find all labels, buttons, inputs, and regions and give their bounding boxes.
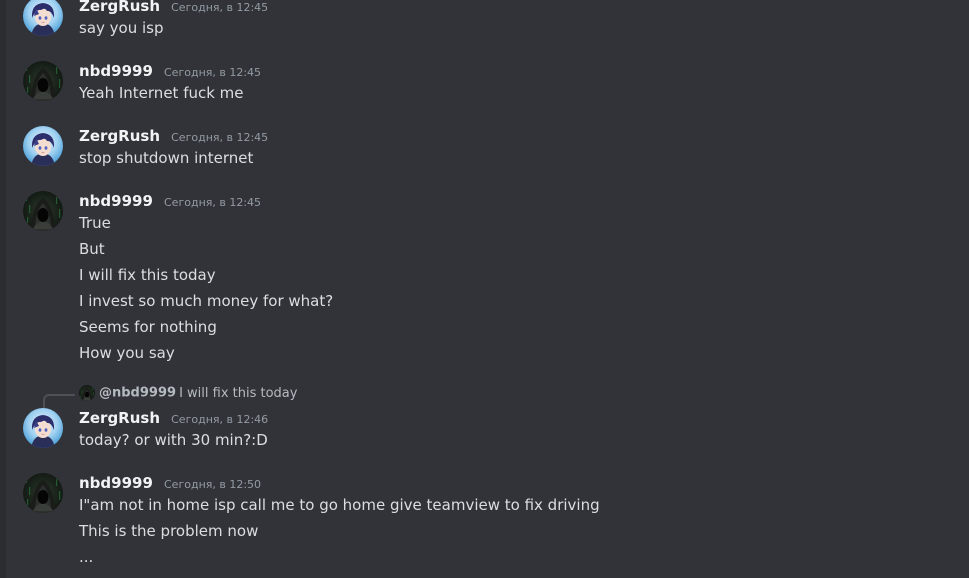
anime-character-avatar-icon xyxy=(23,0,63,36)
user-avatar[interactable] xyxy=(23,408,63,448)
message-text: True xyxy=(79,214,111,232)
message-header: ZergRush Сегодня, в 12:45 xyxy=(79,126,268,146)
user-avatar[interactable] xyxy=(23,473,63,513)
message-text: Seems for nothing xyxy=(79,318,217,336)
timestamp[interactable]: Сегодня, в 12:50 xyxy=(164,478,261,491)
username[interactable]: nbd9999 xyxy=(79,474,153,492)
hooded-figure-avatar-icon xyxy=(23,473,63,513)
username[interactable]: ZergRush xyxy=(79,409,160,427)
message-text: ... xyxy=(79,548,94,566)
reply-avatar xyxy=(79,385,95,401)
timestamp[interactable]: Сегодня, в 12:46 xyxy=(171,413,268,426)
timestamp[interactable]: Сегодня, в 12:45 xyxy=(164,196,261,209)
chat-messages-pane: ZergRush Сегодня, в 12:45 say you isp nb… xyxy=(0,0,969,578)
message-text: I will fix this today xyxy=(79,266,216,284)
timestamp[interactable]: Сегодня, в 12:45 xyxy=(171,1,268,14)
message-header: nbd9999 Сегодня, в 12:50 xyxy=(79,473,261,493)
message-text: today? or with 30 min?:D xyxy=(79,431,268,449)
message-text: But xyxy=(79,240,105,258)
message-text: How you say xyxy=(79,344,175,362)
username[interactable]: ZergRush xyxy=(79,0,160,15)
message-header: ZergRush Сегодня, в 12:46 xyxy=(79,408,268,428)
user-avatar[interactable] xyxy=(23,191,63,231)
username[interactable]: ZergRush xyxy=(79,127,160,145)
message-text: This is the problem now xyxy=(79,522,259,540)
message-text: say you isp xyxy=(79,19,164,37)
reply-text: I will fix this today xyxy=(179,385,298,401)
message-text: Yeah Internet fuck me xyxy=(79,84,244,102)
user-avatar[interactable] xyxy=(23,61,63,101)
username[interactable]: nbd9999 xyxy=(79,62,153,80)
user-avatar[interactable] xyxy=(23,0,63,36)
user-avatar[interactable] xyxy=(23,126,63,166)
message-header: ZergRush Сегодня, в 12:45 xyxy=(79,0,268,16)
message-text: stop shutdown internet xyxy=(79,149,254,167)
message-text: I"am not in home isp call me to go home … xyxy=(79,496,600,514)
username[interactable]: nbd9999 xyxy=(79,192,153,210)
message-header: nbd9999 Сегодня, в 12:45 xyxy=(79,61,261,81)
reply-connector xyxy=(43,394,75,408)
message-text: I invest so much money for what? xyxy=(79,292,334,310)
reply-preview[interactable]: @nbd9999 I will fix this today xyxy=(79,385,297,403)
hooded-figure-avatar-icon xyxy=(23,191,63,231)
reply-mention[interactable]: @nbd9999 xyxy=(99,386,176,401)
timestamp[interactable]: Сегодня, в 12:45 xyxy=(171,131,268,144)
channel-sidebar-edge xyxy=(0,0,6,578)
anime-character-avatar-icon xyxy=(23,126,63,166)
timestamp[interactable]: Сегодня, в 12:45 xyxy=(164,66,261,79)
anime-character-avatar-icon xyxy=(23,408,63,448)
hooded-figure-avatar-icon xyxy=(23,61,63,101)
message-header: nbd9999 Сегодня, в 12:45 xyxy=(79,191,261,211)
hooded-figure-avatar-icon xyxy=(79,385,95,401)
